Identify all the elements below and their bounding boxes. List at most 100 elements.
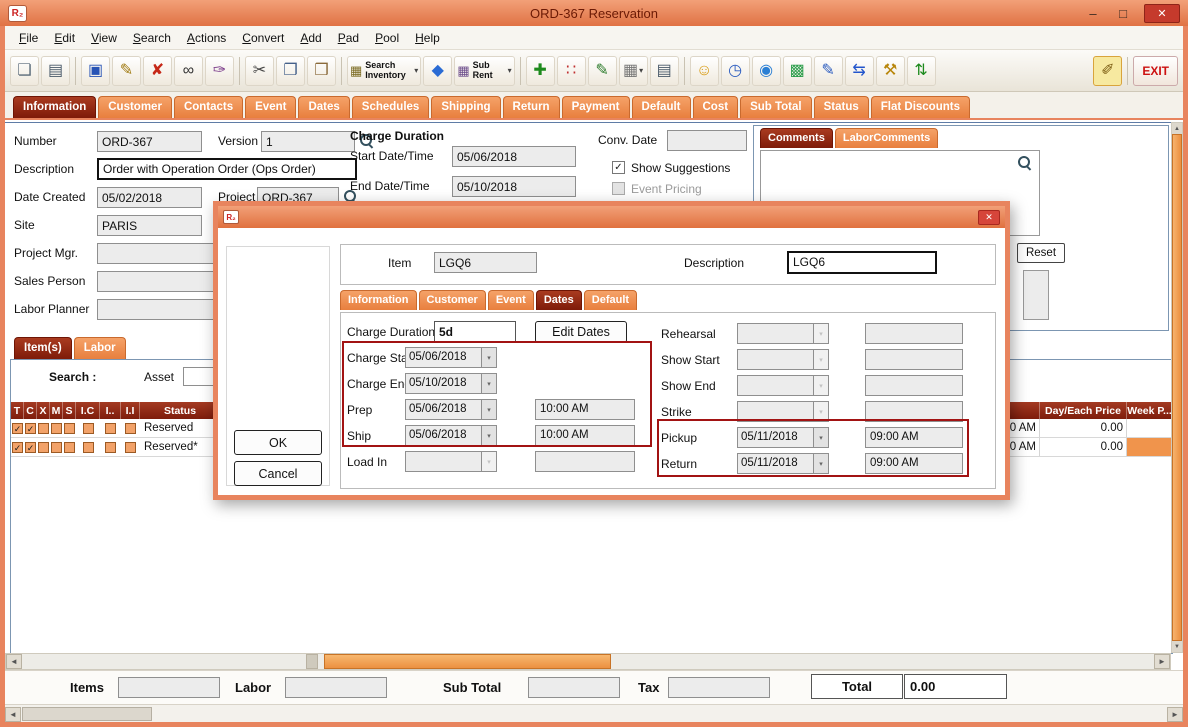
minimize-button[interactable]: – bbox=[1084, 6, 1102, 21]
menu-edit[interactable]: Edit bbox=[46, 27, 83, 49]
tab-payment[interactable]: Payment bbox=[562, 96, 630, 118]
col-header-m[interactable]: M bbox=[50, 402, 63, 419]
col-header-partial[interactable] bbox=[1006, 402, 1040, 419]
smiley-button[interactable]: ☺ bbox=[690, 56, 719, 86]
show-end-date-combo[interactable]: ▾ bbox=[737, 375, 829, 396]
col-header-c[interactable]: C bbox=[24, 402, 37, 419]
dialog-tab-event[interactable]: Event bbox=[488, 290, 534, 310]
scroll-left-arrow[interactable]: ◄ bbox=[5, 707, 21, 722]
gavel-button[interactable]: ⚒ bbox=[876, 56, 905, 86]
cancel-button[interactable]: Cancel bbox=[234, 461, 322, 486]
menu-view[interactable]: View bbox=[83, 27, 125, 49]
strike-date-combo[interactable]: ▾ bbox=[737, 401, 829, 422]
sub-rent-button[interactable]: ▦ Sub Rent ▾ bbox=[454, 56, 514, 86]
cut-button[interactable]: ✂ bbox=[245, 56, 274, 86]
chevron-down-icon[interactable]: ▾ bbox=[814, 349, 829, 370]
description-field[interactable]: Order with Operation Order (Ops Order) bbox=[97, 158, 357, 180]
tab-shipping[interactable]: Shipping bbox=[431, 96, 500, 118]
scroll-left-arrow[interactable]: ◄ bbox=[6, 654, 22, 669]
menu-actions[interactable]: Actions bbox=[179, 27, 234, 49]
project-mgr-field[interactable] bbox=[97, 243, 217, 264]
table-row-right[interactable]: 0 AM 0.00 bbox=[1006, 419, 1173, 438]
chevron-down-icon[interactable]: ▾ bbox=[482, 347, 497, 368]
close-button[interactable]: ✕ bbox=[1144, 4, 1180, 23]
tab-schedules[interactable]: Schedules bbox=[352, 96, 430, 118]
event-pricing-checkbox[interactable] bbox=[612, 182, 625, 195]
dialog-tab-default[interactable]: Default bbox=[584, 290, 637, 310]
cube-button[interactable]: ▩ bbox=[783, 56, 812, 86]
ship-time-field[interactable]: 10:00 AM bbox=[535, 425, 635, 446]
paste-button[interactable]: ❒ bbox=[307, 56, 336, 86]
load-in-date-combo[interactable]: ▾ bbox=[405, 451, 497, 472]
checkbox-checked[interactable]: ✓ bbox=[25, 442, 36, 453]
chevron-down-icon[interactable]: ▾ bbox=[814, 323, 829, 344]
pickup-time-field[interactable]: 09:00 AM bbox=[865, 427, 963, 448]
checkbox-checked[interactable]: ✓ bbox=[12, 423, 23, 434]
ship-date-combo[interactable]: 05/06/2018▾ bbox=[405, 425, 497, 446]
checkbox[interactable] bbox=[38, 442, 49, 453]
show-suggestions-checkbox[interactable]: ✓ bbox=[612, 161, 625, 174]
dialog-tab-information[interactable]: Information bbox=[340, 290, 417, 310]
site-field[interactable]: PARIS bbox=[97, 215, 202, 236]
menu-pad[interactable]: Pad bbox=[330, 27, 367, 49]
load-in-time-field[interactable] bbox=[535, 451, 635, 472]
checkbox[interactable] bbox=[64, 423, 75, 434]
tab-labor[interactable]: Labor bbox=[74, 337, 126, 359]
charge-end-date-combo[interactable]: 05/10/2018▾ bbox=[405, 373, 497, 394]
date-created-field[interactable]: 05/02/2018 bbox=[97, 187, 202, 208]
checkbox[interactable] bbox=[51, 423, 62, 434]
col-header-t[interactable]: T bbox=[11, 402, 24, 419]
dialog-tab-dates[interactable]: Dates bbox=[536, 290, 582, 310]
checkbox[interactable] bbox=[83, 442, 94, 453]
chevron-down-icon[interactable]: ▾ bbox=[508, 66, 512, 75]
exit-button[interactable]: EXIT bbox=[1133, 56, 1178, 86]
horizontal-scroll-thumb[interactable] bbox=[22, 707, 152, 721]
labor-planner-field[interactable] bbox=[97, 299, 217, 320]
window-horizontal-scrollbar[interactable]: ◄ ► bbox=[5, 704, 1183, 722]
col-header-s[interactable]: S bbox=[63, 402, 76, 419]
col-header-ii[interactable]: I.I bbox=[121, 402, 140, 419]
pickup-date-combo[interactable]: 05/11/2018▾ bbox=[737, 427, 829, 448]
comments-side-field[interactable] bbox=[1023, 270, 1049, 320]
package-button[interactable]: ⇅ bbox=[907, 56, 936, 86]
start-datetime-field[interactable]: 05/06/2018 bbox=[452, 146, 576, 167]
edit-button[interactable]: ✎ bbox=[112, 56, 141, 86]
checkbox-checked[interactable]: ✓ bbox=[25, 423, 36, 434]
signature-button[interactable]: ✑ bbox=[205, 56, 234, 86]
tab-contacts[interactable]: Contacts bbox=[174, 96, 243, 118]
dialog-close-button[interactable]: ✕ bbox=[978, 210, 1000, 225]
chevron-down-icon[interactable]: ▾ bbox=[639, 66, 643, 75]
tab-flat-discounts[interactable]: Flat Discounts bbox=[871, 96, 970, 118]
checkbox[interactable] bbox=[51, 442, 62, 453]
rehearsal-date-combo[interactable]: ▾ bbox=[737, 323, 829, 344]
tax-field[interactable] bbox=[668, 677, 770, 698]
show-start-time-field[interactable] bbox=[865, 349, 963, 370]
tab-sub-total[interactable]: Sub Total bbox=[740, 96, 812, 118]
checkbox[interactable] bbox=[38, 423, 49, 434]
total-field[interactable]: 0.00 bbox=[904, 674, 1007, 699]
disk-button[interactable]: ◉ bbox=[752, 56, 781, 86]
add-item-button[interactable]: ✚ bbox=[526, 56, 555, 86]
notepad-button[interactable]: ✎ bbox=[814, 56, 843, 86]
item-field[interactable]: LGQ6 bbox=[434, 252, 537, 273]
clock-button[interactable]: ◷ bbox=[721, 56, 750, 86]
number-field[interactable]: ORD-367 bbox=[97, 131, 202, 152]
delete-button[interactable]: ✘ bbox=[143, 56, 172, 86]
checkbox[interactable] bbox=[125, 423, 136, 434]
search-inventory-button[interactable]: ▦ Search Inventory ▾ bbox=[347, 56, 421, 86]
save-button[interactable]: ▣ bbox=[81, 56, 110, 86]
edit-dates-button[interactable]: Edit Dates bbox=[535, 321, 627, 343]
chevron-down-icon[interactable]: ▾ bbox=[482, 451, 497, 472]
chevron-down-icon[interactable]: ▾ bbox=[482, 425, 497, 446]
find-button[interactable]: ∞ bbox=[174, 56, 203, 86]
prep-time-field[interactable]: 10:00 AM bbox=[535, 399, 635, 420]
chevron-down-icon[interactable]: ▾ bbox=[814, 401, 829, 422]
scroll-down-arrow[interactable]: ▼ bbox=[1172, 641, 1182, 652]
tab-comments[interactable]: Comments bbox=[760, 128, 833, 148]
checkbox[interactable] bbox=[105, 442, 116, 453]
table-row[interactable]: ✓ ✓ Reserved bbox=[11, 419, 221, 438]
charge-duration-field[interactable]: 5d bbox=[434, 321, 516, 342]
tab-event[interactable]: Event bbox=[245, 96, 296, 118]
rehearsal-time-field[interactable] bbox=[865, 323, 963, 344]
menu-convert[interactable]: Convert bbox=[234, 27, 292, 49]
